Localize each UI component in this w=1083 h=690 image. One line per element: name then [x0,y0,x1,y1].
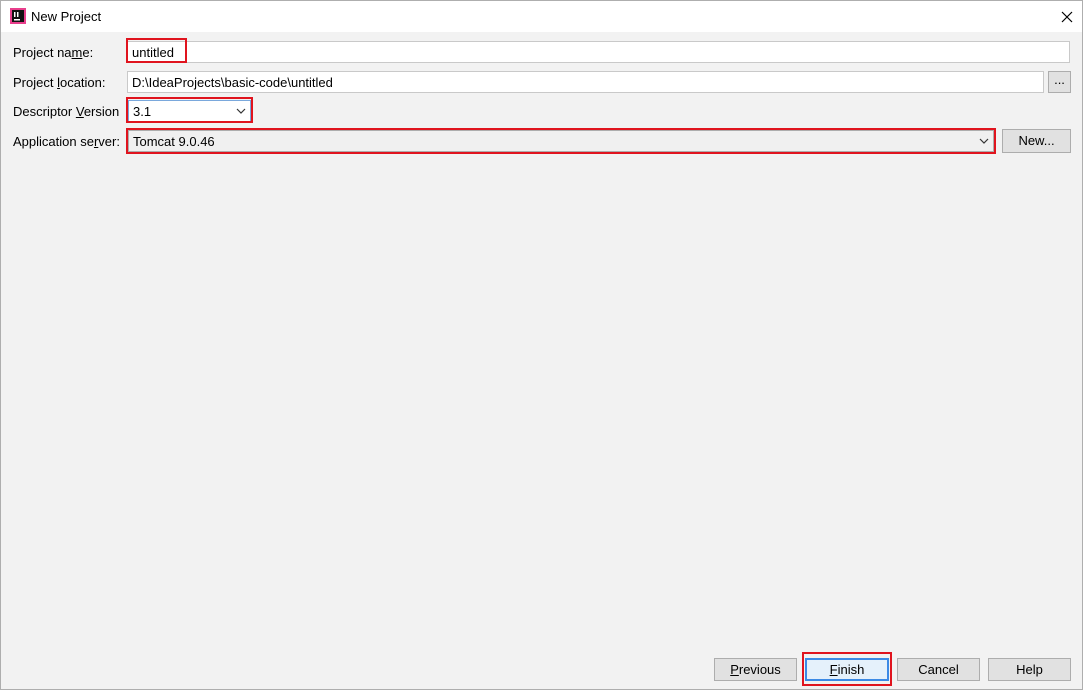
application-server-value: Tomcat 9.0.46 [133,134,215,149]
intellij-idea-icon [10,8,26,24]
descriptor-version-select[interactable]: 3.1 [128,100,251,122]
window-title: New Project [31,9,102,24]
finish-button[interactable]: Finish [805,658,889,681]
project-location-label: Project location: [13,75,106,90]
descriptor-version-value: 3.1 [133,104,152,119]
application-server-select[interactable]: Tomcat 9.0.46 [128,130,994,152]
project-name-label: Project name: [13,45,94,60]
close-icon [1061,11,1073,22]
project-location-input[interactable]: D:\IdeaProjects\basic-code\untitled [127,71,1044,93]
new-project-dialog: New Project Project name: untitled Proje… [0,0,1083,690]
new-server-button[interactable]: New... [1002,129,1071,153]
browse-button[interactable]: ... [1048,71,1071,93]
project-name-value: untitled [132,45,174,60]
descriptor-version-label: Descriptor Version [13,104,120,119]
previous-button[interactable]: Previous [714,658,797,681]
project-name-input[interactable]: untitled [127,41,1070,63]
close-button[interactable] [1052,1,1082,32]
application-server-label: Application server: [13,134,120,149]
chevron-down-icon [236,108,246,114]
project-location-value: D:\IdeaProjects\basic-code\untitled [132,75,333,90]
help-button[interactable]: Help [988,658,1071,681]
cancel-button[interactable]: Cancel [897,658,980,681]
chevron-down-icon [979,138,989,144]
title-bar: New Project [1,1,1082,32]
